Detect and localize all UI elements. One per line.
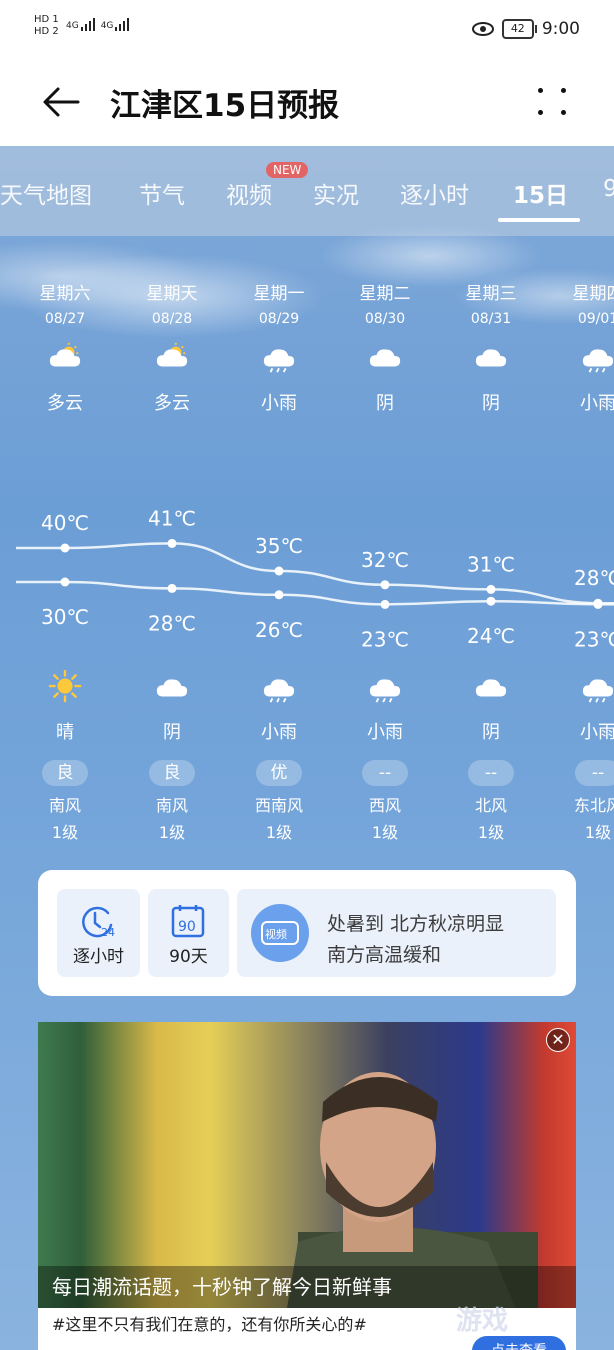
hourly-label: 逐小时 xyxy=(73,947,124,967)
more-options-icon[interactable] xyxy=(534,82,570,122)
news-line-1: 处暑到 北方秋凉明显 xyxy=(327,913,505,935)
aqi-badge: -- xyxy=(575,760,614,786)
wind-level: 1级 xyxy=(477,823,505,842)
partly-cloudy-icon xyxy=(156,342,188,367)
wind-direction: 西风 xyxy=(368,796,401,815)
night-condition: 阴 xyxy=(163,722,181,743)
day-date: 08/28 xyxy=(151,311,193,327)
page-title: 江津区15日预报 xyxy=(110,88,340,124)
day-weekday: 星期二 xyxy=(359,284,411,304)
clock-24-icon: 24 xyxy=(82,906,115,939)
eye-icon xyxy=(471,22,494,36)
sim-indicators: HD 1 HD 2 xyxy=(34,14,59,38)
day-weekday: 星期一 xyxy=(253,284,305,304)
view-button[interactable]: 点击查看 xyxy=(472,1336,566,1350)
aqi-badge: -- xyxy=(362,760,408,786)
ninety-day-label: 90天 xyxy=(169,947,208,967)
day-date: 08/31 xyxy=(470,311,512,327)
rain-icon xyxy=(369,679,401,703)
aqi-badge: 优 xyxy=(256,760,302,786)
wind-level: 1级 xyxy=(51,823,79,842)
day-condition: 小雨 xyxy=(261,393,297,414)
wind-direction: 南风 xyxy=(155,796,188,815)
day-condition: 小雨 xyxy=(580,393,614,414)
rain-icon xyxy=(582,349,614,373)
cloud-icon xyxy=(475,349,507,367)
tab-bar: 天气地图 节气 视频 实况 逐小时 15日 9 xyxy=(0,146,614,236)
tab-video[interactable]: 视频 xyxy=(226,176,272,210)
news-line-2: 南方高温缓和 xyxy=(327,944,442,966)
rain-icon xyxy=(263,679,295,703)
cloud-icon xyxy=(369,349,401,367)
day-condition: 多云 xyxy=(154,393,190,414)
cloud-icon xyxy=(475,679,507,697)
calendar-90-icon: 90 xyxy=(171,905,205,938)
wind-level: 1级 xyxy=(265,823,293,842)
wind-level: 1级 xyxy=(158,823,186,842)
night-condition: 小雨 xyxy=(367,722,403,743)
battery-icon: 42 xyxy=(501,19,537,39)
wind-direction: 北风 xyxy=(474,796,507,815)
day-date: 08/29 xyxy=(258,311,300,327)
cloud-icon xyxy=(156,679,188,697)
watermark-logo: 游戏 xyxy=(456,1306,509,1336)
partly-cloudy-icon xyxy=(49,342,81,367)
hd2-label: HD 2 xyxy=(34,26,59,37)
signal-icon: 4G xyxy=(66,18,95,31)
day-date: 08/30 xyxy=(364,311,406,327)
rain-icon xyxy=(582,679,614,703)
aqi-badge: 良 xyxy=(42,760,88,786)
wind-level: 1级 xyxy=(584,823,612,842)
sun-icon xyxy=(48,670,82,703)
tab-solar-terms[interactable]: 节气 xyxy=(139,176,185,210)
wind-direction: 西南风 xyxy=(254,796,303,815)
night-condition: 晴 xyxy=(56,722,74,743)
hourly-button[interactable]: 24 逐小时 xyxy=(57,889,140,977)
ninety-day-button[interactable]: 90 90天 xyxy=(148,889,229,977)
tab-weather-map[interactable]: 天气地图 xyxy=(0,176,92,210)
aqi-badge: 良 xyxy=(149,760,195,786)
svg-text:视频: 视频 xyxy=(265,927,287,941)
aqi-badge: -- xyxy=(468,760,514,786)
active-tab-indicator xyxy=(498,218,580,222)
night-condition: 小雨 xyxy=(261,722,297,743)
battery-level: 42 xyxy=(510,22,525,35)
video-icon: 视频 xyxy=(251,904,309,962)
night-condition: 阴 xyxy=(482,722,500,743)
wind-direction: 东北风 xyxy=(573,796,614,815)
tab-15-day[interactable]: 15日 xyxy=(513,176,568,210)
signal-icon: 4G xyxy=(101,18,130,31)
app-bar: 江津区15日预报 xyxy=(0,62,614,146)
wind-level: 1级 xyxy=(371,823,399,842)
weather-news-video[interactable]: 视频 处暑到 北方秋凉明显 南方高温缓和 xyxy=(237,889,556,977)
day-weekday: 星期六 xyxy=(39,284,91,304)
wind-direction: 南风 xyxy=(48,796,81,815)
quick-access-card: 24 逐小时 90 90天 视频 处暑到 北方秋凉明显 南方高温缓和 xyxy=(38,870,576,996)
clock: 9:00 xyxy=(541,19,580,39)
new-badge: NEW xyxy=(266,162,309,178)
day-condition: 多云 xyxy=(47,393,83,414)
day-date: 09/01 xyxy=(577,311,614,327)
back-arrow-icon[interactable] xyxy=(38,78,86,126)
day-condition: 阴 xyxy=(376,393,394,414)
svg-text:90: 90 xyxy=(178,919,196,935)
day-weekday: 星期三 xyxy=(465,284,517,304)
status-right: 42 9:00 xyxy=(471,19,580,39)
status-bar: HD 1 HD 2 4G 4G 42 9:00 xyxy=(0,0,614,62)
day-date: 08/27 xyxy=(44,311,86,327)
tab-live[interactable]: 实况 xyxy=(313,176,359,210)
tab-hourly[interactable]: 逐小时 xyxy=(400,176,469,210)
day-condition: 阴 xyxy=(482,393,500,414)
news-headline: 处暑到 北方秋凉明显 南方高温缓和 xyxy=(327,909,504,971)
tab-90-day[interactable]: 9 xyxy=(603,176,614,202)
day-weekday: 星期四 xyxy=(572,284,614,304)
day-weekday: 星期天 xyxy=(146,284,198,304)
close-icon[interactable]: ✕ xyxy=(546,1028,570,1052)
signal-group: 4G 4G xyxy=(66,18,130,31)
night-condition: 小雨 xyxy=(580,722,614,743)
svg-text:24: 24 xyxy=(101,926,115,939)
hd1-label: HD 1 xyxy=(34,14,59,25)
rain-icon xyxy=(263,349,295,373)
